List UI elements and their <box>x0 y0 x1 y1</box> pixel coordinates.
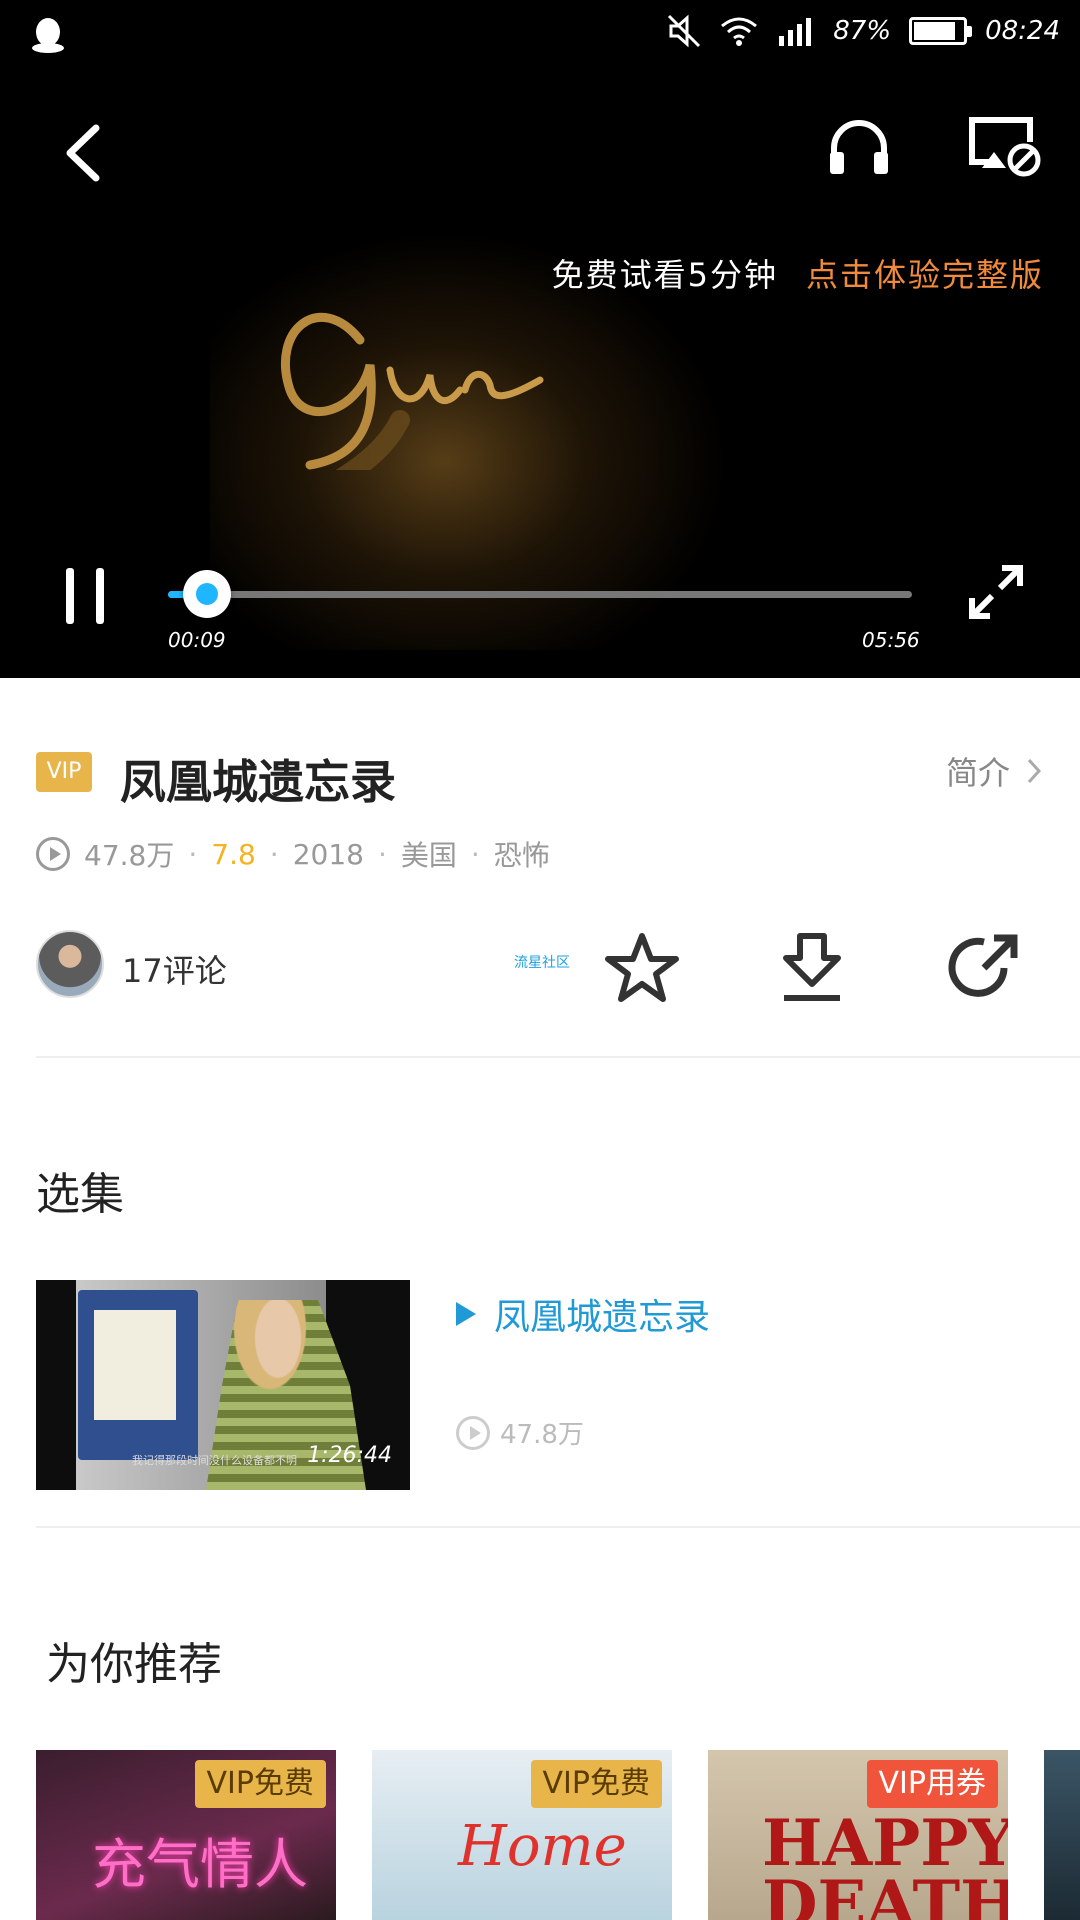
progress-track[interactable] <box>168 591 912 598</box>
poster-title: Home <box>458 1814 627 1879</box>
recommend-card[interactable]: 充气情人 VIP免费 <box>36 1750 336 1920</box>
now-playing-icon <box>456 1302 476 1326</box>
current-time: 00:09 <box>168 628 226 652</box>
video-player[interactable]: 87% 08:24 免费试看5分钟 点击体验完整版 00:09 05:56 <box>0 0 1080 678</box>
separator: · <box>188 837 198 871</box>
episode-view-count: 47.8万 <box>500 1420 584 1450</box>
battery-percent: 87% <box>833 16 892 46</box>
divider <box>36 1056 1080 1058</box>
avatar[interactable] <box>36 930 104 998</box>
battery-icon <box>909 17 973 45</box>
qq-penguin-icon <box>32 18 64 53</box>
film-title-art <box>280 313 544 470</box>
pause-icon-bar <box>96 568 104 624</box>
progress-handle[interactable] <box>182 570 231 618</box>
duration-time: 05:56 <box>862 628 920 652</box>
clock: 08:24 <box>985 16 1060 46</box>
vip-coupon-badge: VIP用券 <box>866 1760 998 1808</box>
fullscreen-icon[interactable] <box>966 562 1026 622</box>
back-arrow-icon[interactable] <box>56 118 116 188</box>
recommend-heading: 为你推荐 <box>46 1639 222 1690</box>
episode-views: 47.8万 <box>456 1414 584 1451</box>
recommend-card[interactable] <box>1044 1750 1080 1920</box>
play-count-icon <box>36 837 70 871</box>
thumbnail-subtitle: 我记得那段时间没什么设备都不明 <box>132 1454 297 1467</box>
intro-link[interactable]: 简介 <box>946 748 1044 794</box>
vip-free-badge: VIP免费 <box>194 1760 326 1808</box>
genre: 恐怖 <box>493 839 550 872</box>
signal-icon <box>779 18 812 46</box>
poster-title: 充气情人 <box>92 1833 308 1896</box>
headphones-icon[interactable] <box>824 112 894 182</box>
pause-icon-bar <box>66 568 74 624</box>
recommend-card[interactable]: HAPPY DEATH VIP用券 <box>708 1750 1008 1920</box>
episodes-heading: 选集 <box>36 1169 124 1220</box>
wifi-icon <box>721 17 758 46</box>
episode-duration: 1:26:44 <box>307 1443 392 1468</box>
video-title: 凤凰城遗忘录 <box>120 755 396 809</box>
separator: · <box>269 837 279 871</box>
score: 7.8 <box>211 837 256 871</box>
share-icon[interactable] <box>944 928 1024 1008</box>
intro-label: 简介 <box>945 754 1010 792</box>
chevron-right-icon <box>1027 758 1042 784</box>
separator: · <box>377 837 387 871</box>
separator: · <box>470 837 480 871</box>
year: 2018 <box>292 837 364 871</box>
comments-link[interactable]: 17评论 <box>122 946 227 992</box>
play-count-icon <box>456 1415 490 1450</box>
vip-free-badge: VIP免费 <box>530 1760 662 1808</box>
thumbnail-paper <box>94 1310 176 1420</box>
vip-badge: VIP <box>36 752 92 792</box>
tv-cast-icon[interactable] <box>964 112 1044 182</box>
recommend-card[interactable]: Home VIP免费 <box>372 1750 672 1920</box>
episode-thumbnail[interactable]: 我记得那段时间没什么设备都不明 1:26:44 <box>36 1280 410 1490</box>
view-count: 47.8万 <box>84 839 175 872</box>
trial-notice: 免费试看5分钟 点击体验完整版 <box>552 250 1044 296</box>
video-meta: 47.8万 · 7.8 · 2018 · 美国 · 恐怖 <box>36 834 550 874</box>
episode-title[interactable]: 凤凰城遗忘录 <box>456 1288 710 1340</box>
episode-title-text: 凤凰城遗忘录 <box>494 1297 711 1338</box>
trial-text: 免费试看5分钟 <box>551 256 778 294</box>
mute-icon <box>668 14 701 48</box>
status-bar: 87% 08:24 <box>0 0 1080 70</box>
divider <box>36 1526 1080 1528</box>
upgrade-link[interactable]: 点击体验完整版 <box>806 256 1044 294</box>
poster-title: HAPPY DEATH <box>762 1806 1008 1920</box>
download-icon[interactable] <box>772 928 852 1008</box>
community-label[interactable]: 流星社区 <box>514 952 570 972</box>
region: 美国 <box>400 839 457 872</box>
pause-button[interactable] <box>64 568 106 624</box>
star-icon[interactable] <box>602 928 682 1008</box>
